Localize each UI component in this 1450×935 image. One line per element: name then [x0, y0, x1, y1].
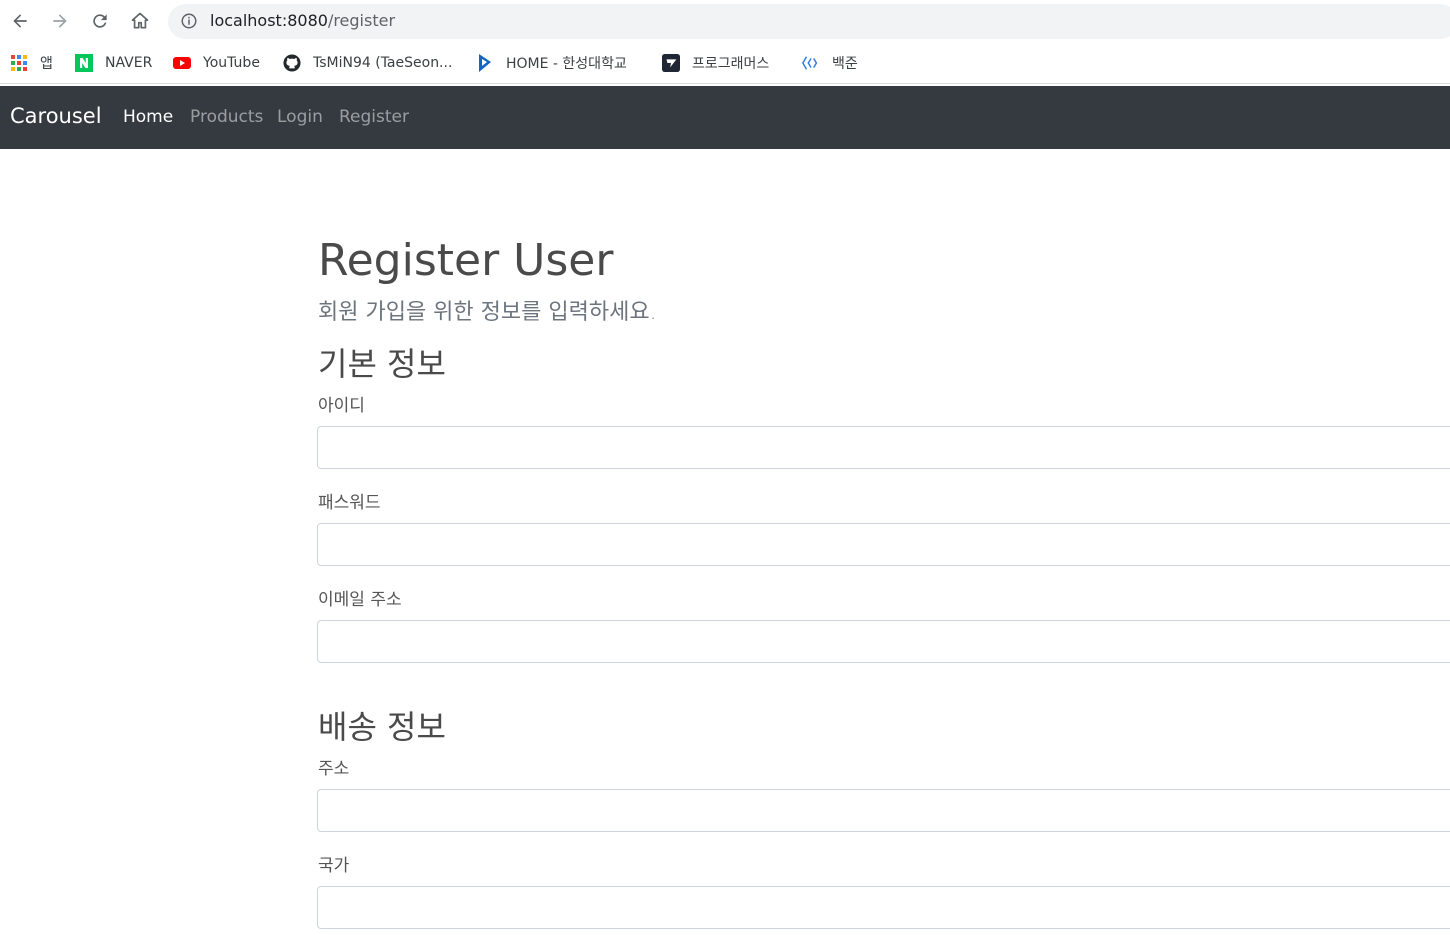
- reload-icon: [93, 14, 107, 28]
- arrow-right-icon: [53, 14, 67, 28]
- reload-button[interactable]: [88, 9, 112, 33]
- back-button[interactable]: [8, 9, 32, 33]
- address-bar[interactable]: localhost:8080/register: [168, 4, 1450, 39]
- password-input[interactable]: [317, 523, 1450, 566]
- naver-icon: [75, 54, 93, 72]
- bookmark-label: HOME - 한성대학교: [506, 56, 627, 72]
- browser-toolbar: localhost:8080/register: [0, 0, 1450, 42]
- forward-button[interactable]: [48, 9, 72, 33]
- url-host: localhost:8080: [210, 11, 328, 30]
- bookmark-naver[interactable]: NAVER: [75, 52, 152, 74]
- bookmark-label: 백준: [832, 56, 858, 72]
- info-icon[interactable]: [180, 12, 198, 30]
- username-input[interactable]: [317, 426, 1450, 469]
- password-label: 패스워드: [318, 493, 381, 513]
- youtube-icon: [173, 54, 191, 72]
- programmers-icon: [662, 54, 680, 72]
- bookmark-apps[interactable]: 앱: [10, 52, 53, 74]
- bookmark-label: YouTube: [203, 55, 260, 71]
- nav-link-products[interactable]: Products: [190, 107, 263, 127]
- bookmark-label: 앱: [40, 56, 53, 72]
- arrow-left-icon: [13, 14, 27, 28]
- url-text: localhost:8080/register: [210, 11, 395, 30]
- bookmark-programmers[interactable]: 프로그래머스: [662, 52, 769, 74]
- username-label: 아이디: [318, 396, 365, 416]
- page-subtitle: 회원 가입을 위한 정보를 입력하세요.: [318, 300, 657, 325]
- nav-link-login[interactable]: Login: [277, 107, 323, 127]
- bookmarks-bar: 앱 NAVER YouTube TsMiN94 (TaeSeon... HOME…: [0, 42, 1450, 84]
- bookmark-baekjoon[interactable]: 백준: [802, 52, 858, 74]
- bookmark-label: TsMiN94 (TaeSeon...: [313, 55, 453, 71]
- section-heading-shipping-info: 배송 정보: [318, 708, 446, 746]
- address-label: 주소: [318, 759, 350, 779]
- apps-grid-icon: [10, 54, 28, 72]
- nav-link-home[interactable]: Home: [123, 107, 173, 127]
- home-icon: [131, 12, 149, 29]
- app-navbar: Carousel Home Products Login Register: [0, 86, 1450, 149]
- section-heading-basic-info: 기본 정보: [318, 345, 446, 383]
- nav-link-register[interactable]: Register: [339, 107, 409, 127]
- bookmark-label: 프로그래머스: [692, 56, 770, 72]
- bookmark-youtube[interactable]: YouTube: [173, 52, 260, 74]
- country-input[interactable]: [317, 886, 1450, 929]
- address-input[interactable]: [317, 789, 1450, 832]
- hansung-icon: [476, 54, 494, 72]
- email-input[interactable]: [317, 620, 1450, 663]
- bookmark-label: NAVER: [105, 55, 153, 71]
- email-label: 이메일 주소: [318, 590, 402, 610]
- bookmark-hansung[interactable]: HOME - 한성대학교: [476, 52, 627, 74]
- url-path: /register: [327, 11, 396, 30]
- baekjoon-icon: [802, 54, 820, 72]
- home-button[interactable]: [128, 9, 152, 33]
- navbar-brand[interactable]: Carousel: [10, 104, 102, 128]
- country-label: 국가: [318, 856, 350, 876]
- github-icon: [283, 54, 301, 72]
- page-title: Register User: [318, 235, 614, 286]
- bookmark-github[interactable]: TsMiN94 (TaeSeon...: [283, 52, 452, 74]
